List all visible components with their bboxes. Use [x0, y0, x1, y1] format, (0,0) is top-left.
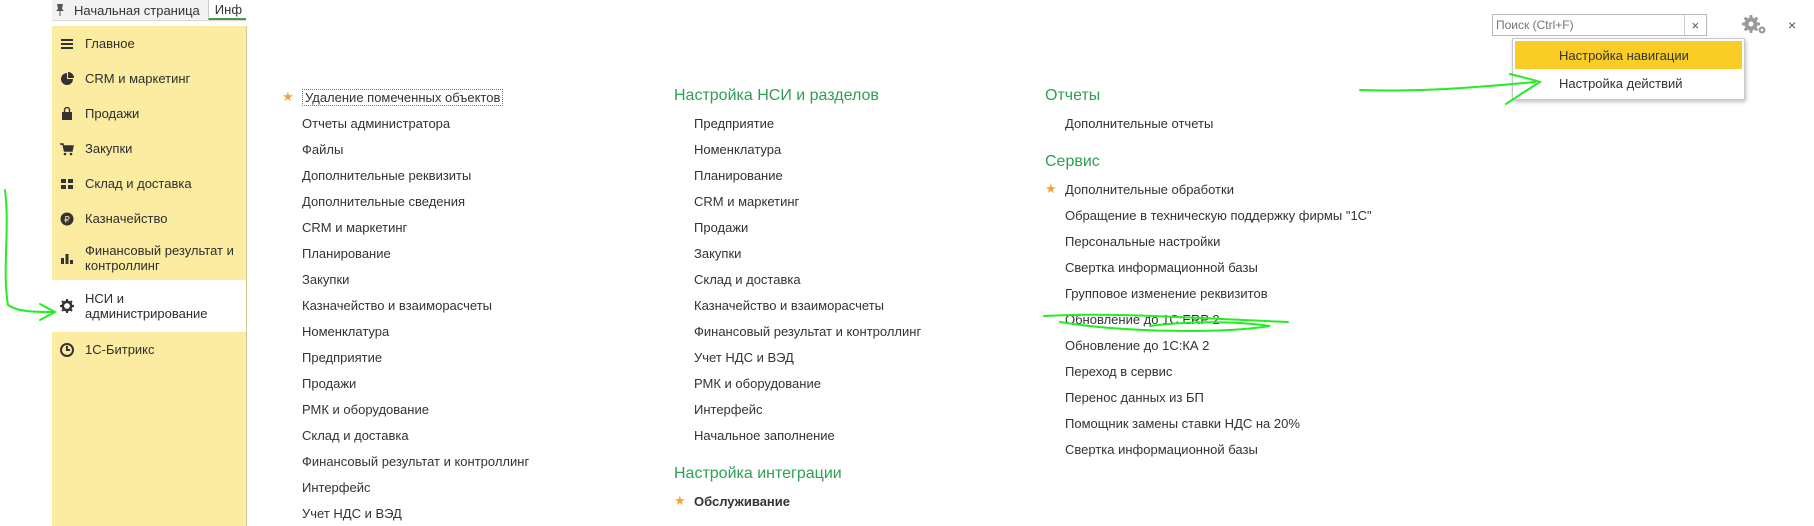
sidebar-item-treasury[interactable]: ₽ Казначейство — [52, 201, 246, 236]
column-1: ★ Удаление помеченных объектов Отчеты адм… — [282, 84, 529, 526]
list-item[interactable]: Файлы — [282, 136, 529, 162]
sidebar-item-sales[interactable]: Продажи — [52, 96, 246, 131]
tab-current[interactable]: Инф — [207, 0, 246, 20]
star-icon: ★ — [674, 493, 686, 508]
list-item[interactable]: Дополнительные реквизиты — [282, 162, 529, 188]
menu-item-navigation-settings[interactable]: Настройка навигации — [1515, 41, 1742, 69]
list-item[interactable]: Обращение в техническую поддержку фирмы … — [1045, 202, 1372, 228]
tab-current-label: Инф — [214, 1, 243, 17]
list-item[interactable]: Финансовый результат и контроллинг — [674, 318, 921, 344]
list-item[interactable]: Казначейство и взаиморасчеты — [674, 292, 921, 318]
list-item[interactable]: Интерфейс — [674, 396, 921, 422]
section-title-reports: Отчеты — [1045, 87, 1101, 104]
list-item[interactable]: Дополнительные отчеты — [1045, 110, 1372, 136]
link-group-change-attributes[interactable]: Групповое изменение реквизитов — [1045, 280, 1372, 306]
list-item[interactable]: Склад и доставка — [282, 422, 529, 448]
list-item[interactable]: Закупки — [282, 266, 529, 292]
tab-home[interactable]: Начальная страница — [52, 0, 208, 20]
list-item[interactable]: Закупки — [674, 240, 921, 266]
list-item[interactable]: Свертка информационной базы — [1045, 254, 1372, 280]
menu-icon — [52, 37, 82, 51]
bar-chart-icon — [52, 251, 82, 265]
shopping-bag-icon — [52, 106, 82, 121]
list-item[interactable]: Дополнительные сведения — [282, 188, 529, 214]
list-item[interactable]: Продажи — [674, 214, 921, 240]
sidebar-item-label: Казначейство — [85, 211, 168, 226]
sidebar-item-label: CRM и маркетинг — [85, 71, 191, 86]
section-title-nsi-settings: Настройка НСИ и разделов — [674, 87, 879, 104]
bitrix-icon — [52, 342, 82, 357]
close-button[interactable]: × — [1788, 17, 1796, 33]
sidebar-item-label: НСИ и администрирование — [85, 291, 208, 321]
sidebar-item-main[interactable]: Главное — [52, 26, 246, 61]
list-item[interactable]: Продажи — [282, 370, 529, 396]
list-item[interactable]: Отчеты администратора — [282, 110, 529, 136]
list-item[interactable]: Планирование — [282, 240, 529, 266]
sidebar-item-label: Главное — [85, 36, 135, 51]
sidebar-item-finance[interactable]: Финансовый результат и контроллинг — [52, 236, 246, 280]
clear-search-button[interactable]: × — [1683, 15, 1706, 35]
column-3: Отчеты Дополнительные отчеты Сервис ★ Доп… — [1045, 82, 1372, 462]
list-item[interactable]: Планирование — [674, 162, 921, 188]
list-item[interactable]: Учет НДС и ВЭД — [674, 344, 921, 370]
list-item[interactable]: Интерфейс — [282, 474, 529, 500]
sidebar-item-bitrix[interactable]: 1С-Битрикс — [52, 332, 246, 367]
sidebar-item-nsi-admin[interactable]: НСИ и администрирование — [52, 280, 246, 332]
sidebar-item-warehouse[interactable]: Склад и доставка — [52, 166, 246, 201]
star-icon: ★ — [282, 89, 294, 104]
link-delete-marked[interactable]: ★ Удаление помеченных объектов — [282, 84, 529, 110]
tab-home-label: Начальная страница — [74, 2, 200, 18]
sidebar-item-label: Склад и доставка — [85, 176, 192, 191]
list-item[interactable]: CRM и маркетинг — [282, 214, 529, 240]
column-2: Настройка НСИ и разделов Предприятие Ном… — [674, 82, 921, 514]
gear-icon — [52, 299, 82, 313]
section-title-integration: Настройка интеграции — [674, 465, 842, 482]
list-item[interactable]: РМК и оборудование — [674, 370, 921, 396]
cart-icon — [52, 142, 82, 156]
sections-sidebar: Главное CRM и маркетинг Продажи Закупки … — [52, 26, 247, 526]
list-item[interactable]: Перенос данных из БП — [1045, 384, 1372, 410]
sidebar-item-crm[interactable]: CRM и маркетинг — [52, 61, 246, 96]
sidebar-item-label: Закупки — [85, 141, 133, 156]
svg-text:₽: ₽ — [64, 215, 70, 225]
list-item[interactable]: Свертка информационной базы — [1045, 436, 1372, 462]
list-item[interactable]: Склад и доставка — [674, 266, 921, 292]
sidebar-item-label: Финансовый результат и контроллинг — [85, 243, 234, 273]
section-title-service: Сервис — [1045, 153, 1100, 170]
list-item[interactable]: Начальное заполнение — [674, 422, 921, 448]
pin-icon — [56, 4, 64, 16]
sidebar-item-label: 1С-Битрикс — [85, 342, 155, 357]
left-margin — [0, 0, 52, 526]
list-item[interactable]: Казначейство и взаиморасчеты — [282, 292, 529, 318]
sidebar-item-label: Продажи — [85, 106, 140, 121]
list-item[interactable]: CRM и маркетинг — [674, 188, 921, 214]
menu-item-action-settings[interactable]: Настройка действий — [1515, 69, 1742, 97]
warehouse-icon — [52, 177, 82, 191]
list-item[interactable]: Помощник замены ставки НДС на 20% — [1045, 410, 1372, 436]
search-box: × — [1492, 14, 1707, 36]
list-item[interactable]: Предприятие — [674, 110, 921, 136]
pie-chart-icon — [52, 71, 82, 86]
link-maintenance[interactable]: ★ Обслуживание — [674, 488, 921, 514]
list-item[interactable]: Финансовый результат и контроллинг — [282, 448, 529, 474]
list-item[interactable]: Переход в сервис — [1045, 358, 1372, 384]
list-item[interactable]: РМК и оборудование — [282, 396, 529, 422]
sidebar-item-purchases[interactable]: Закупки — [52, 131, 246, 166]
list-item[interactable]: Персональные настройки — [1045, 228, 1372, 254]
list-item[interactable]: Обновление до 1С:ERP 2 — [1045, 306, 1372, 332]
ruble-coin-icon: ₽ — [52, 212, 82, 226]
search-input[interactable] — [1493, 17, 1684, 33]
list-item[interactable]: Предприятие — [282, 344, 529, 370]
open-tabs-bar: Начальная страница Инф — [52, 0, 246, 21]
link-additional-processing[interactable]: ★ Дополнительные обработки — [1045, 176, 1372, 202]
settings-gear-icon[interactable] — [1740, 14, 1768, 36]
list-item[interactable]: Обновление до 1С:КА 2 — [1045, 332, 1372, 358]
list-item[interactable]: Номенклатура — [674, 136, 921, 162]
list-item[interactable]: Учет НДС и ВЭД — [282, 500, 529, 526]
list-item[interactable]: Номенклатура — [282, 318, 529, 344]
star-icon: ★ — [1045, 181, 1057, 196]
settings-dropdown-menu: Настройка навигации Настройка действий — [1512, 38, 1745, 100]
